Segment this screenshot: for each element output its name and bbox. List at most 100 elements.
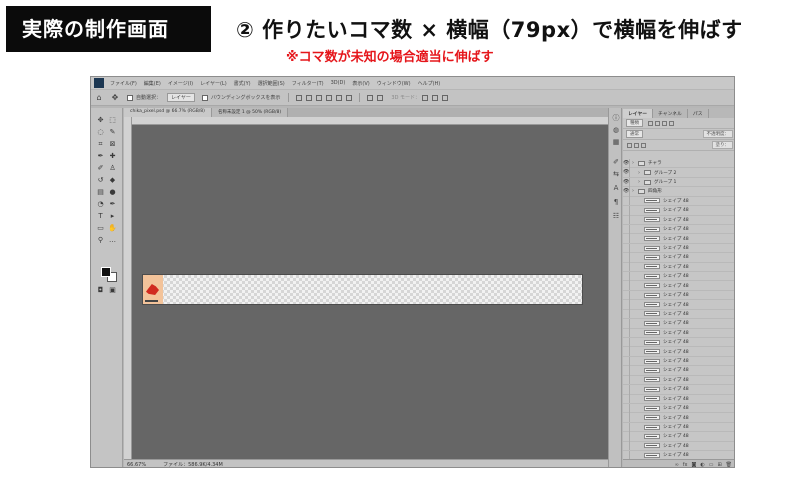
hand-tool-icon[interactable]: ✋ (108, 224, 117, 232)
layer-row[interactable]: 👁 シェイプ 48 (623, 309, 734, 320)
fill-field[interactable]: 塗り： (711, 141, 733, 149)
visibility-eye-icon[interactable]: 👁 (623, 234, 630, 244)
menu-view[interactable]: 表示(V) (352, 80, 369, 87)
visibility-eye-icon[interactable]: 👁 (623, 413, 630, 423)
menu-window[interactable]: ウィンドウ(W) (377, 80, 411, 87)
pen-tool-icon[interactable]: ✒ (108, 200, 117, 208)
document-tab[interactable]: chika_pixel.psd @ 66.7% (RGB/8) (124, 108, 212, 117)
swatches-icon[interactable]: ▦ (612, 138, 620, 146)
move-tool-icon[interactable]: ✥ (96, 116, 105, 124)
tab-channels[interactable]: チャンネル (653, 109, 688, 118)
transform-controls-checkbox[interactable] (201, 94, 208, 101)
layer-row[interactable]: 👁 シェイプ 48 (623, 347, 734, 357)
expand-arrow-icon[interactable]: › (632, 188, 636, 194)
layer-row[interactable]: 👁 シェイプ 48 (623, 403, 734, 414)
link-layers-icon[interactable]: ∞ (675, 462, 679, 468)
new-layer-icon[interactable]: ⊞ (717, 462, 721, 468)
layer-row[interactable]: 👁 シェイプ 48 (623, 356, 734, 367)
layer-row[interactable]: 👁 › グループ 1 (623, 177, 734, 188)
visibility-eye-icon[interactable]: 👁 (623, 328, 630, 338)
info-icon[interactable]: ⓘ (612, 114, 620, 122)
expand-arrow-icon[interactable]: › (638, 179, 642, 185)
visibility-eye-icon[interactable]: 👁 (623, 318, 630, 328)
foreground-color-swatch[interactable] (101, 267, 111, 277)
blend-mode-dropdown[interactable]: 通常 (626, 130, 643, 138)
visibility-eye-icon[interactable]: 👁 (623, 394, 630, 404)
lasso-tool-icon[interactable]: ◌ (96, 128, 105, 136)
layer-row[interactable]: 👁 シェイプ 48 (623, 366, 734, 376)
layer-row[interactable]: 👁 シェイプ 48 (623, 318, 734, 329)
layer-row[interactable]: 👁 シェイプ 48 (623, 215, 734, 225)
zoom-tool-icon[interactable]: ⚲ (96, 236, 105, 244)
menu-select[interactable]: 選択範囲(S) (258, 80, 285, 87)
layer-row[interactable]: 👁 シェイプ 48 (623, 281, 734, 291)
quick-mask-icon[interactable]: ◘ (96, 286, 105, 294)
visibility-eye-icon[interactable]: 👁 (623, 441, 630, 451)
layer-row[interactable]: 👁 シェイプ 48 (623, 290, 734, 301)
visibility-eye-icon[interactable]: 👁 (623, 422, 630, 432)
zoom-level[interactable]: 66.67% (124, 462, 146, 468)
visibility-eye-icon[interactable]: 👁 (623, 224, 630, 234)
type-tool-icon[interactable]: T (96, 212, 105, 220)
layer-row[interactable]: 👁 シェイプ 48 (623, 243, 734, 254)
visibility-eye-icon[interactable]: 👁 (623, 186, 630, 196)
layer-row[interactable]: 👁 シェイプ 48 (623, 422, 734, 433)
distribute-icon[interactable] (377, 94, 384, 101)
stamp-tool-icon[interactable]: ♙ (108, 164, 117, 172)
layer-row[interactable]: 👁 シェイプ 48 (623, 262, 734, 273)
layer-row[interactable]: 👁 シェイプ 48 (623, 441, 734, 452)
lock-pixels-icon[interactable] (627, 142, 632, 148)
color-icon[interactable]: ◍ (612, 126, 620, 134)
layer-style-icon[interactable]: fx (683, 462, 688, 468)
layer-row[interactable]: 👁 シェイプ 48 (623, 337, 734, 348)
layer-row[interactable]: 👁 シェイプ 48 (623, 328, 734, 339)
healing-tool-icon[interactable]: ✚ (108, 152, 117, 160)
menu-help[interactable]: ヘルプ(H) (418, 80, 441, 87)
layer-row[interactable]: 👁 シェイプ 48 (623, 375, 734, 386)
properties-icon[interactable]: ☷ (612, 212, 620, 220)
lock-all-icon[interactable] (641, 142, 646, 148)
3d-rotate-icon[interactable] (422, 94, 429, 101)
expand-arrow-icon[interactable]: › (632, 160, 636, 166)
screen-mode-icon[interactable]: ▣ (108, 286, 117, 294)
gradient-tool-icon[interactable]: ▤ (96, 188, 105, 196)
layer-row[interactable]: 👁 シェイプ 48 (623, 431, 734, 442)
layer-kind-filter[interactable]: 種類 (626, 119, 643, 127)
layer-row[interactable]: 👁 シェイプ 48 (623, 271, 734, 282)
lock-position-icon[interactable] (634, 142, 639, 148)
blur-tool-icon[interactable]: ● (108, 188, 117, 196)
align-middle-icon[interactable] (336, 94, 343, 101)
layer-row[interactable]: 👁 シェイプ 48 (623, 413, 734, 423)
document-canvas[interactable] (142, 274, 583, 305)
menu-edit[interactable]: 編集(E) (144, 80, 161, 87)
visibility-eye-icon[interactable]: 👁 (623, 158, 630, 168)
align-center-icon[interactable] (306, 94, 313, 101)
filter-adjust-icon[interactable] (655, 120, 660, 126)
visibility-eye-icon[interactable]: 👁 (623, 243, 630, 253)
frame-tool-icon[interactable]: ⊠ (108, 140, 117, 148)
visibility-eye-icon[interactable]: 👁 (623, 356, 630, 366)
visibility-eye-icon[interactable]: 👁 (623, 290, 630, 300)
home-icon[interactable]: ⌂ (95, 93, 103, 102)
menu-file[interactable]: ファイル(F) (110, 80, 137, 87)
visibility-eye-icon[interactable]: 👁 (623, 375, 630, 385)
character-icon[interactable]: A (612, 184, 620, 192)
tab-layers[interactable]: レイヤー (623, 109, 654, 118)
artboard-tool-icon[interactable]: ⬚ (108, 116, 117, 124)
visibility-eye-icon[interactable]: 👁 (623, 309, 630, 319)
visibility-eye-icon[interactable]: 👁 (623, 205, 630, 215)
distribute-icon[interactable] (367, 94, 374, 101)
layer-row[interactable]: 👁 シェイプ 48 (623, 384, 734, 395)
visibility-eye-icon[interactable]: 👁 (623, 431, 630, 441)
layer-row[interactable]: 👁 シェイプ 48 (623, 224, 734, 235)
tab-paths[interactable]: パス (688, 109, 709, 118)
layer-row[interactable]: 👁 › チャラ (623, 158, 734, 169)
visibility-eye-icon[interactable]: 👁 (623, 252, 630, 262)
visibility-eye-icon[interactable]: 👁 (623, 281, 630, 291)
brush-tool-icon[interactable]: ✐ (96, 164, 105, 172)
more-tools-icon[interactable]: … (108, 236, 117, 244)
layer-row[interactable]: 👁 シェイプ 48 (623, 196, 734, 207)
menu-filter[interactable]: フィルター(T) (292, 80, 324, 87)
menu-type[interactable]: 書式(Y) (234, 80, 251, 87)
visibility-eye-icon[interactable]: 👁 (623, 196, 630, 206)
